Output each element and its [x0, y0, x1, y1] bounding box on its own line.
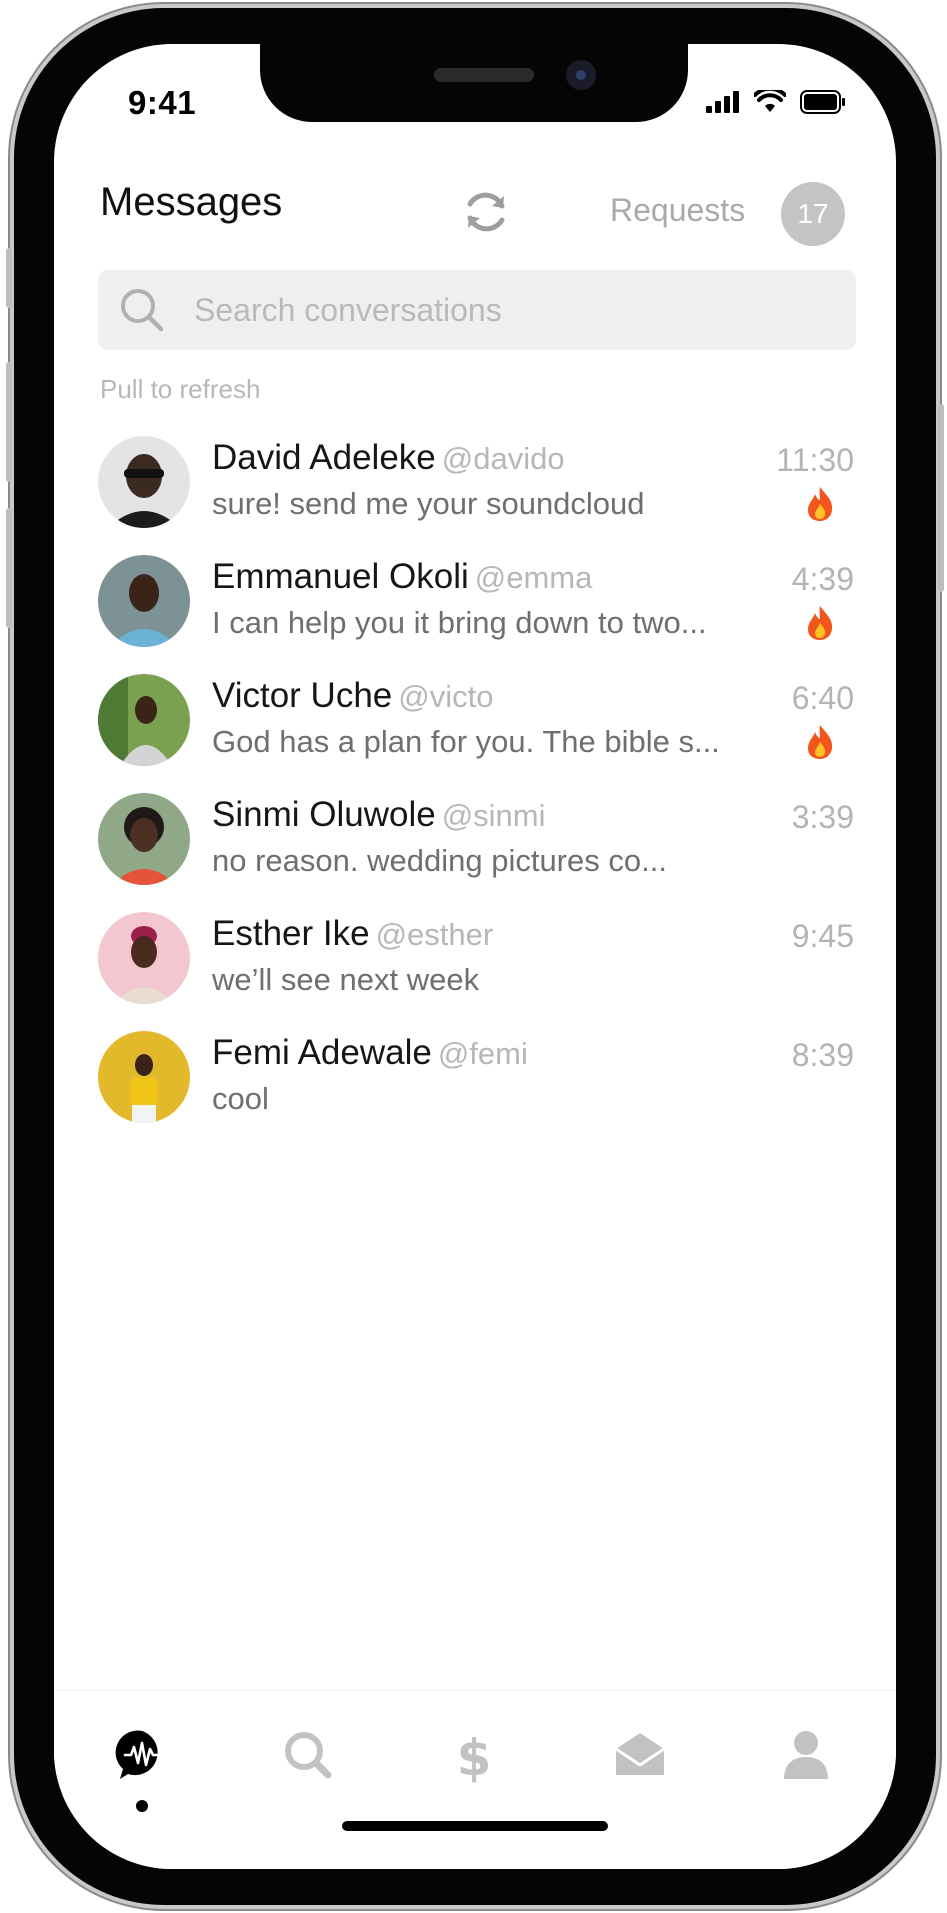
contact-handle: @sinmi	[441, 798, 546, 833]
requests-link[interactable]: Requests	[610, 192, 745, 229]
status-time: 9:41	[128, 84, 197, 121]
conversation-row-emmanuel[interactable]: Emmanuel Okoli @emma I can help you it br…	[54, 555, 896, 675]
contact-handle: @esther	[375, 917, 494, 952]
message-time: 4:39	[791, 561, 854, 597]
contact-name: Esther Ike	[212, 914, 370, 953]
contact-name: Emmanuel Okoli	[212, 557, 469, 596]
message-preview: we’ll see next week	[212, 962, 480, 997]
dollar-icon[interactable]: $	[446, 1727, 502, 1783]
notch	[260, 44, 688, 122]
power-button	[938, 404, 944, 592]
avatar[interactable]	[98, 436, 190, 528]
phone-frame: 9:41 Messages Requests 17 Search convers…	[6, 8, 944, 1905]
conversation-row-esther[interactable]: Esther Ike @esther we’ll see next week 9:…	[54, 912, 896, 1032]
contact-name: Femi Adewale	[212, 1033, 432, 1072]
avatar[interactable]	[98, 912, 190, 1004]
conversation-row-david[interactable]: David Adeleke @davido sure! send me your …	[54, 436, 896, 556]
mute-switch	[6, 248, 12, 308]
conversation-row-sinmi[interactable]: Sinmi Oluwole @sinmi no reason. wedding p…	[54, 793, 896, 913]
message-preview: no reason. wedding pictures co...	[212, 843, 667, 878]
status-icons	[706, 90, 846, 114]
contact-handle: @emma	[474, 560, 593, 595]
pull-to-refresh-hint: Pull to refresh	[100, 374, 261, 404]
contact-name: Victor Uche	[212, 676, 393, 715]
front-camera	[566, 60, 596, 90]
feed-icon[interactable]	[114, 1727, 170, 1783]
tab-bar: $	[54, 1690, 896, 1869]
conversation-row-femi[interactable]: Femi Adewale @femi cool 8:39	[54, 1031, 896, 1151]
active-tab-indicator	[136, 1800, 148, 1812]
message-time: 6:40	[791, 680, 854, 716]
volume-up-button	[6, 362, 12, 482]
avatar[interactable]	[98, 674, 190, 766]
avatar[interactable]	[98, 793, 190, 885]
avatar[interactable]	[98, 555, 190, 647]
signal-icon	[706, 91, 739, 113]
message-preview: I can help you it bring down to two...	[212, 605, 707, 640]
conversation-row-victor[interactable]: Victor Uche @victo God has a plan for you…	[54, 674, 896, 794]
requests-count-badge[interactable]: 17	[781, 182, 845, 246]
contact-handle: @victo	[398, 679, 494, 714]
search-input[interactable]	[194, 270, 814, 350]
message-time: 11:30	[776, 442, 854, 478]
search-icon	[121, 289, 164, 332]
wifi-icon	[754, 90, 786, 112]
contact-name: Sinmi Oluwole	[212, 795, 436, 834]
contact-handle: @femi	[437, 1036, 528, 1071]
profile-icon[interactable]	[778, 1727, 834, 1783]
message-time: 8:39	[791, 1037, 854, 1073]
mail-icon[interactable]	[612, 1727, 668, 1783]
search-icon[interactable]	[280, 1727, 336, 1783]
svg-text:$: $	[457, 1729, 492, 1783]
message-time: 3:39	[791, 799, 854, 835]
refresh-icon[interactable]	[460, 186, 512, 238]
home-indicator[interactable]	[342, 1821, 608, 1831]
message-time: 9:45	[791, 918, 854, 954]
message-preview: God has a plan for you. The bible s...	[212, 724, 720, 759]
contact-name: David Adeleke	[212, 438, 436, 477]
message-preview: sure! send me your soundcloud	[212, 486, 645, 521]
avatar[interactable]	[98, 1031, 190, 1123]
speaker	[434, 68, 534, 82]
message-preview: cool	[212, 1081, 269, 1116]
battery-icon	[800, 90, 845, 114]
contact-handle: @davido	[441, 441, 565, 476]
search-bar[interactable]	[98, 270, 856, 350]
fire-icon	[808, 606, 833, 640]
fire-icon	[808, 725, 833, 759]
screen: 9:41 Messages Requests 17 Search convers…	[54, 44, 896, 1869]
page-title: Messages	[100, 180, 283, 224]
volume-down-button	[6, 508, 12, 628]
fire-icon	[808, 487, 833, 521]
